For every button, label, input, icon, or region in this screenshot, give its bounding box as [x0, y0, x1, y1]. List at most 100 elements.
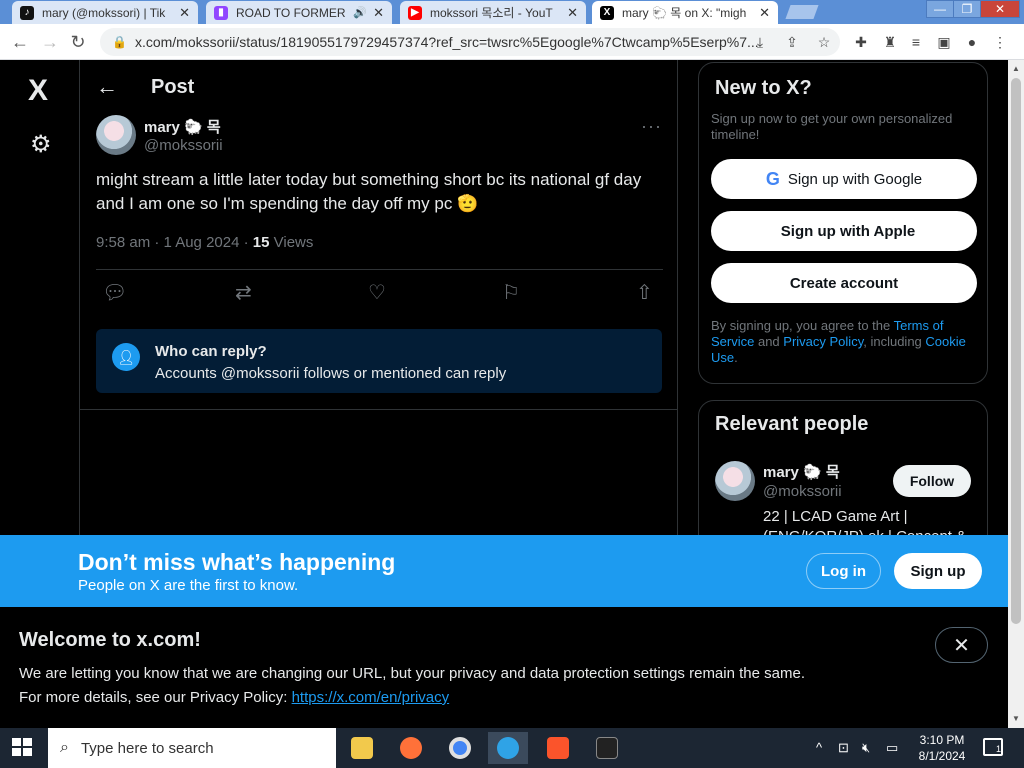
install-app-icon[interactable]: ⤓: [750, 32, 770, 52]
back-button[interactable]: ←: [8, 30, 32, 54]
post-timestamp[interactable]: 9:58 am · 1 Aug 2024 ·: [96, 234, 253, 251]
sign-up-google-button[interactable]: G Sign up with Google: [711, 159, 977, 199]
new-tab-button[interactable]: [785, 5, 819, 19]
repost-icon[interactable]: ⇄: [235, 280, 252, 305]
windows-start-icon[interactable]: [12, 738, 34, 758]
login-button[interactable]: Log in: [806, 553, 881, 589]
more-options-icon[interactable]: ···: [641, 116, 662, 137]
user-icon: 👤︎: [112, 343, 140, 371]
chrome-icon[interactable]: [440, 732, 480, 764]
network-icon[interactable]: ⊡: [838, 740, 849, 756]
volume-muted-icon[interactable]: 🔇︎: [862, 740, 870, 756]
browser-toolbar: ← → ↻ 🔒 x.com/mokssorii/status/181905517…: [0, 24, 1024, 60]
avatar[interactable]: [715, 461, 755, 501]
tab-tiktok[interactable]: ♪ mary (@mokssori) | Tik ✕: [12, 1, 198, 24]
page-scrollbar[interactable]: ▲ ▼: [1008, 60, 1024, 728]
author-handle[interactable]: @mokssorii: [144, 137, 223, 154]
scroll-up-icon[interactable]: ▲: [1012, 64, 1020, 73]
new-to-x-card: New to X? Sign up now to get your own pe…: [698, 62, 988, 384]
x-icon: X: [600, 5, 614, 20]
back-arrow-icon[interactable]: ←: [96, 74, 118, 100]
tray-chevron-icon[interactable]: ^: [816, 740, 822, 755]
close-tab-icon[interactable]: ✕: [179, 5, 190, 21]
tab-youtube[interactable]: ▶ mokssori 목소리 - YouT ✕: [400, 1, 586, 24]
signup-button[interactable]: Sign up: [894, 553, 982, 589]
address-bar[interactable]: 🔒 x.com/mokssorii/status/181905517972945…: [100, 28, 840, 56]
google-icon: G: [765, 168, 780, 189]
window-close-button[interactable]: ✕: [980, 0, 1020, 18]
notice-text: We are letting you know that we are chan…: [19, 665, 805, 682]
post-actions: 💬︎ ⇄ ♡ ⚐ ⇧: [96, 280, 663, 308]
bookmark-star-icon[interactable]: ☆: [814, 32, 834, 52]
tiktok-icon: ♪: [20, 5, 34, 20]
taskbar-search-input[interactable]: ⌕ Type here to search: [48, 728, 336, 768]
divider: [96, 269, 663, 270]
scroll-down-icon[interactable]: ▼: [1012, 714, 1020, 723]
share-icon[interactable]: ⇪: [782, 32, 802, 52]
notification-center-icon[interactable]: 1: [983, 738, 1003, 756]
bookmark-icon[interactable]: ⚐: [502, 280, 520, 305]
banner-title: Don’t miss what’s happening: [78, 549, 396, 575]
create-account-button[interactable]: Create account: [711, 263, 977, 303]
display-icon[interactable]: ▭: [886, 740, 898, 756]
brave-icon[interactable]: [538, 732, 578, 764]
person-handle[interactable]: @mokssorii: [763, 483, 842, 500]
tab-twitch[interactable]: ▮ ROAD TO FORMER 🔊 ✕: [206, 1, 392, 24]
like-heart-icon[interactable]: ♡: [368, 280, 386, 305]
notice-privacy-line: For more details, see our Privacy Policy…: [19, 689, 450, 706]
browser-tab-strip: ♪ mary (@mokssori) | Tik ✕ ▮ ROAD TO FOR…: [0, 0, 1024, 24]
system-clock[interactable]: 3:10 PM 8/1/2024: [918, 732, 966, 764]
share-upload-icon[interactable]: ⇧: [636, 280, 653, 305]
views-label: Views: [269, 234, 314, 251]
post-text: might stream a little later today but so…: [96, 170, 642, 213]
forward-button[interactable]: →: [38, 30, 62, 54]
banner-subtitle: People on X are the first to know.: [78, 577, 299, 594]
reply-icon[interactable]: 💬︎: [102, 280, 127, 305]
file-explorer-icon[interactable]: [342, 732, 382, 764]
close-tab-icon[interactable]: ✕: [567, 5, 578, 21]
minimize-button[interactable]: —: [926, 0, 954, 18]
reload-button[interactable]: ↻: [66, 30, 90, 54]
views-count: 15: [252, 234, 270, 251]
who-can-reply-box: 👤︎ Who can reply? Accounts @mokssorii fo…: [96, 329, 662, 393]
terms-text: By signing up, you agree to the Terms of…: [711, 318, 966, 365]
gear-icon[interactable]: ⚙: [30, 130, 52, 159]
follow-button[interactable]: Follow: [893, 465, 971, 497]
twitch-icon: ▮: [214, 5, 228, 20]
tab-x-post[interactable]: X mary 🐑 목 on X: "migh ✕: [592, 1, 778, 24]
lock-icon[interactable]: 🔒: [112, 35, 127, 49]
post-meta: 9:58 am · 1 Aug 2024 · 15 Views: [96, 234, 313, 251]
divider: [80, 409, 678, 410]
url-change-notice: Welcome to x.com! We are letting you kno…: [0, 607, 1008, 728]
extension-icon[interactable]: ♜: [880, 32, 900, 52]
extension-puzzle-icon[interactable]: ✚: [851, 32, 871, 52]
terminal-icon[interactable]: [587, 732, 627, 764]
author-avatar[interactable]: [96, 115, 136, 155]
relevant-people-title: Relevant people: [715, 413, 869, 435]
close-tab-icon[interactable]: ✕: [373, 5, 384, 21]
who-can-reply-text: Accounts @mokssorii follows or mentioned…: [155, 365, 507, 382]
speaker-icon[interactable]: 🔊: [353, 6, 367, 19]
author-name[interactable]: mary 🐑 목: [144, 116, 221, 137]
sign-up-apple-button[interactable]: Sign up with Apple: [711, 211, 977, 251]
windows-taskbar: ⌕ Type here to search ^ ⊡ 🔇︎ ▭ 3:10 PM 8…: [0, 728, 1024, 768]
edge-icon[interactable]: [488, 732, 528, 764]
search-icon: ⌕: [60, 739, 69, 756]
firefox-icon[interactable]: [391, 732, 431, 764]
scrollbar-thumb[interactable]: [1011, 78, 1021, 624]
person-name[interactable]: mary 🐑 목: [763, 461, 840, 482]
privacy-link[interactable]: Privacy Policy: [783, 334, 863, 349]
new-to-x-subtitle: Sign up now to get your own personalized…: [711, 111, 953, 142]
who-can-reply-title: Who can reply?: [155, 343, 267, 360]
menu-kebab-icon[interactable]: ⋮: [990, 32, 1010, 52]
side-panel-icon[interactable]: ▣: [934, 32, 954, 52]
close-icon[interactable]: ✕: [935, 627, 988, 663]
privacy-policy-link[interactable]: https://x.com/en/privacy: [292, 689, 450, 706]
signup-banner: Don’t miss what’s happening People on X …: [0, 535, 1008, 607]
maximize-button[interactable]: ❐: [953, 0, 981, 18]
close-tab-icon[interactable]: ✕: [759, 5, 770, 21]
x-logo-icon[interactable]: X: [28, 74, 48, 108]
profile-icon[interactable]: ●: [962, 32, 982, 52]
new-to-x-title: New to X?: [715, 77, 812, 99]
media-controls-icon[interactable]: ≡: [906, 32, 926, 52]
